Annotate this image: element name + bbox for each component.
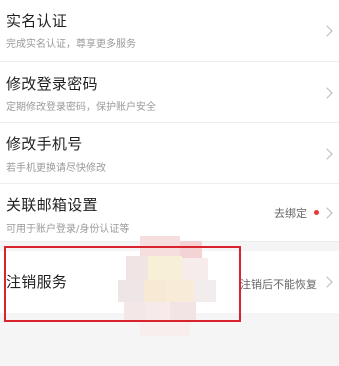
cancellation-hint: 注销后不能恢复 bbox=[240, 278, 317, 291]
row-subtitle: 可用于账户登录/身份认证等 bbox=[6, 224, 130, 235]
row-email-settings[interactable]: 关联邮箱设置 可用于账户登录/身份认证等 去绑定 bbox=[0, 184, 339, 242]
bind-status-label: 去绑定 bbox=[274, 207, 307, 220]
row-title: 修改登录密码 bbox=[6, 75, 98, 93]
row-real-name-auth[interactable]: 实名认证 完成实名认证，尊享更多服务 bbox=[0, 0, 339, 62]
row-title: 实名认证 bbox=[6, 12, 68, 30]
chevron-right-icon bbox=[321, 25, 333, 37]
row-title: 关联邮箱设置 bbox=[6, 196, 98, 214]
row-change-password[interactable]: 修改登录密码 定期修改登录密码，保护账户安全 bbox=[0, 62, 339, 123]
row-title: 注销服务 bbox=[6, 273, 68, 291]
notification-dot bbox=[314, 210, 319, 215]
chevron-right-icon bbox=[321, 207, 333, 219]
row-subtitle: 若手机更换请尽快修改 bbox=[6, 163, 106, 174]
redaction-mosaic bbox=[118, 236, 226, 336]
row-title: 修改手机号 bbox=[6, 135, 83, 153]
chevron-right-icon bbox=[321, 87, 333, 99]
row-subtitle: 完成实名认证，尊享更多服务 bbox=[6, 39, 136, 50]
chevron-right-icon bbox=[321, 148, 333, 160]
row-subtitle: 定期修改登录密码，保护账户安全 bbox=[6, 102, 156, 113]
row-change-phone[interactable]: 修改手机号 若手机更换请尽快修改 bbox=[0, 123, 339, 184]
chevron-right-icon bbox=[321, 276, 333, 288]
